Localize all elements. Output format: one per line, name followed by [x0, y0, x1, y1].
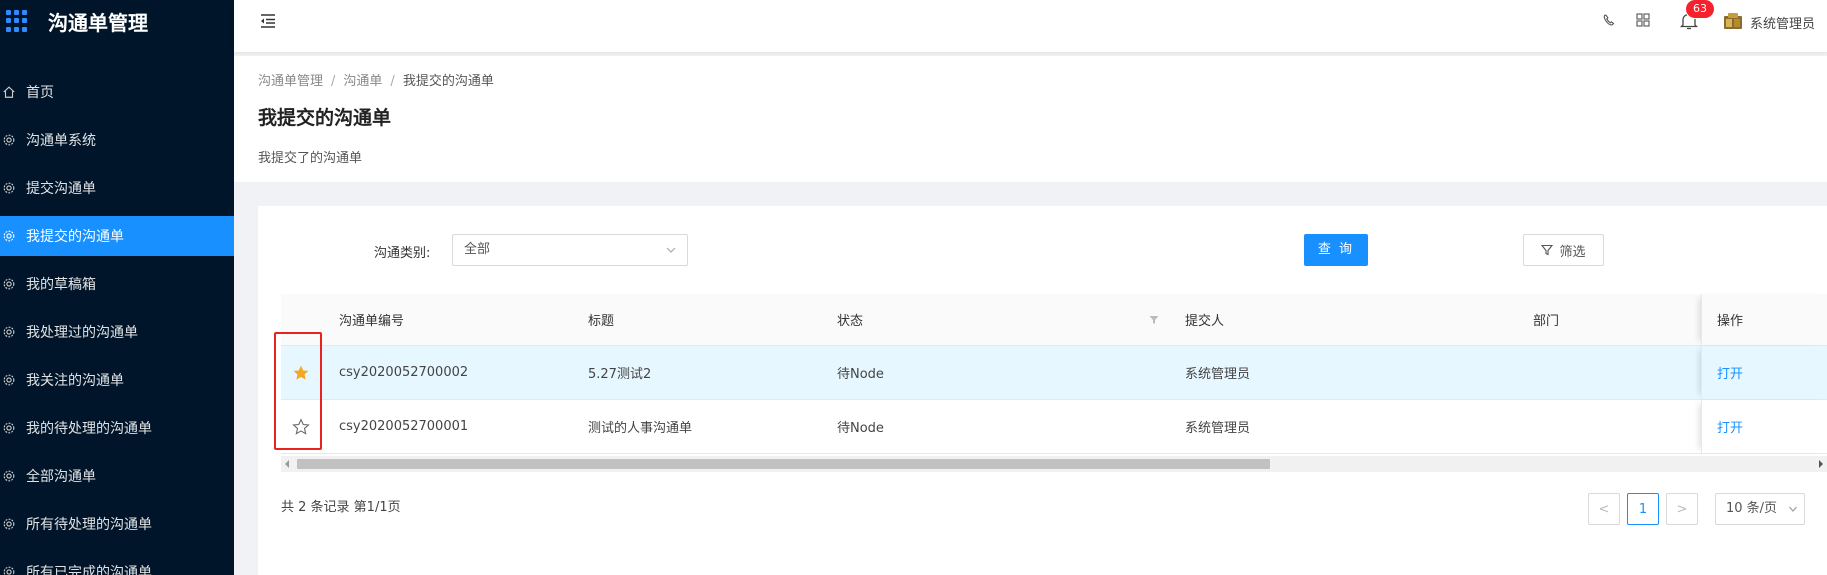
home-icon: [2, 85, 16, 99]
gear-icon: [2, 469, 16, 483]
sidebar-item-label: 我的草稿箱: [26, 277, 96, 293]
sidebar: 沟通单管理 首页 沟通单系统 提交沟通单 我提交的沟通单 我的草稿箱 我处理过的…: [0, 0, 234, 575]
sidebar-item-system[interactable]: 沟通单系统: [0, 120, 234, 160]
sidebar-item-submit[interactable]: 提交沟通单: [0, 168, 234, 208]
gear-icon: [2, 517, 16, 531]
gear-icon: [2, 421, 16, 435]
table-row[interactable]: csy2020052700001 测试的人事沟通单 待Node 系统管理员 打开: [281, 400, 1827, 454]
row-action-cell: 打开: [1701, 400, 1827, 453]
sidebar-item-all-pending[interactable]: 所有待处理的沟通单: [0, 504, 234, 544]
sidebar-item-label: 提交沟通单: [26, 181, 96, 197]
category-select-value: 全部: [464, 242, 491, 257]
cell-title: 5.27测试2: [588, 367, 652, 382]
column-filter-icon[interactable]: [1149, 315, 1159, 325]
gear-icon: [2, 325, 16, 339]
page-size-select[interactable]: 10 条/页: [1715, 493, 1805, 525]
sidebar-item-followed[interactable]: 我关注的沟通单: [0, 360, 234, 400]
sidebar-item-label: 我处理过的沟通单: [26, 325, 138, 341]
sidebar-item-processed[interactable]: 我处理过的沟通单: [0, 312, 234, 352]
column-header-status[interactable]: 状态: [837, 294, 863, 345]
apps-icon[interactable]: [1635, 12, 1651, 28]
sidebar-item-drafts[interactable]: 我的草稿箱: [0, 264, 234, 304]
category-select[interactable]: 全部: [452, 234, 688, 266]
sidebar-item-label: 所有已完成的沟通单: [26, 565, 152, 575]
cell-status: 待Node: [837, 421, 884, 436]
row-action-cell: 打开: [1701, 346, 1827, 399]
filter-button[interactable]: 筛选: [1523, 234, 1604, 266]
table-row[interactable]: csy2020052700002 5.27测试2 待Node 系统管理员 打开: [281, 346, 1827, 400]
sidebar-item-label: 所有待处理的沟通单: [26, 517, 152, 533]
cell-status: 待Node: [837, 367, 884, 382]
column-header-dept[interactable]: 部门: [1533, 294, 1559, 345]
page-header: 沟通单管理 / 沟通单 / 我提交的沟通单 我提交的沟通单 我提交了的沟通单: [234, 56, 1827, 182]
column-header-id[interactable]: 沟通单编号: [339, 294, 404, 345]
gear-icon: [2, 565, 16, 575]
sidebar-item-label: 首页: [26, 85, 54, 101]
column-header-submitter[interactable]: 提交人: [1185, 294, 1224, 345]
sidebar-item-my-submitted[interactable]: 我提交的沟通单: [0, 216, 234, 256]
prev-page-button[interactable]: <: [1588, 493, 1620, 525]
sidebar-item-all[interactable]: 全部沟通单: [0, 456, 234, 496]
breadcrumb: 沟通单管理 / 沟通单 / 我提交的沟通单: [258, 74, 494, 89]
page-description: 我提交了的沟通单: [258, 151, 363, 166]
gear-icon: [2, 277, 16, 291]
filter-icon: [1541, 244, 1554, 256]
open-link[interactable]: 打开: [1717, 363, 1743, 382]
category-label: 沟通类别:: [374, 246, 431, 261]
sidebar-item-my-pending[interactable]: 我的待处理的沟通单: [0, 408, 234, 448]
breadcrumb-current: 我提交的沟通单: [402, 74, 494, 89]
sidebar-item-label: 我的待处理的沟通单: [26, 421, 152, 437]
records-table: 沟通单编号 标题 状态 提交人 部门 操作 csy2020052700002 5…: [281, 294, 1827, 472]
page-1-button[interactable]: 1: [1627, 493, 1659, 525]
menu-fold-icon[interactable]: [258, 11, 278, 31]
gear-icon: [2, 181, 16, 195]
query-button[interactable]: 查 询: [1304, 234, 1368, 266]
notification-badge: 63: [1686, 0, 1714, 18]
sidebar-item-label: 全部沟通单: [26, 469, 96, 485]
phone-icon[interactable]: [1601, 12, 1617, 28]
sidebar-item-label: 沟通单系统: [26, 133, 96, 149]
chevron-down-icon: [666, 247, 676, 253]
cell-title: 测试的人事沟通单: [588, 421, 693, 436]
horizontal-scrollbar[interactable]: [281, 456, 1827, 472]
column-header-op: 操作: [1701, 294, 1827, 345]
app-title: 沟通单管理: [48, 10, 148, 35]
content-card: 沟通类别: 全部 查 询 筛选 沟通单编号 标题 状态 提交人 部门 操作 cs…: [258, 206, 1827, 575]
cell-submitter: 系统管理员: [1185, 367, 1251, 382]
sidebar-item-label: 我关注的沟通单: [26, 373, 124, 389]
cell-submitter: 系统管理员: [1185, 421, 1251, 436]
sidebar-item-label: 我提交的沟通单: [26, 229, 124, 245]
cell-id: csy2020052700001: [339, 419, 469, 434]
gear-icon: [2, 373, 16, 387]
sidebar-item-home[interactable]: 首页: [0, 72, 234, 112]
apps-grid-icon: [6, 10, 28, 32]
brand: 沟通单管理: [0, 0, 234, 42]
breadcrumb-item[interactable]: 沟通单管理: [258, 74, 323, 89]
avatar-icon[interactable]: [1723, 11, 1743, 31]
filter-button-label: 筛选: [1559, 244, 1586, 260]
page-title: 我提交的沟通单: [258, 107, 392, 129]
sidebar-item-all-completed[interactable]: 所有已完成的沟通单: [0, 552, 234, 575]
scrollbar-thumb[interactable]: [297, 459, 1270, 469]
gear-icon: [2, 229, 16, 243]
next-page-button[interactable]: >: [1666, 493, 1698, 525]
chevron-down-icon: [1789, 506, 1797, 512]
sidebar-menu: 首页 沟通单系统 提交沟通单 我提交的沟通单 我的草稿箱 我处理过的沟通单 我关…: [0, 72, 234, 575]
record-summary: 共 2 条记录 第1/1页: [281, 500, 401, 515]
page-size-value: 10 条/页: [1726, 501, 1778, 516]
top-header: 63 系统管理员: [234, 0, 1827, 52]
cell-id: csy2020052700002: [339, 365, 469, 380]
column-header-title[interactable]: 标题: [588, 294, 614, 345]
table-header: 沟通单编号 标题 状态 提交人 部门 操作: [281, 294, 1827, 346]
open-link[interactable]: 打开: [1717, 417, 1743, 436]
breadcrumb-item[interactable]: 沟通单: [343, 74, 382, 89]
gear-icon: [2, 133, 16, 147]
scroll-left-icon[interactable]: [285, 460, 289, 468]
highlight-box: [274, 332, 322, 450]
username[interactable]: 系统管理员: [1750, 13, 1815, 32]
scroll-right-icon[interactable]: [1819, 460, 1823, 468]
